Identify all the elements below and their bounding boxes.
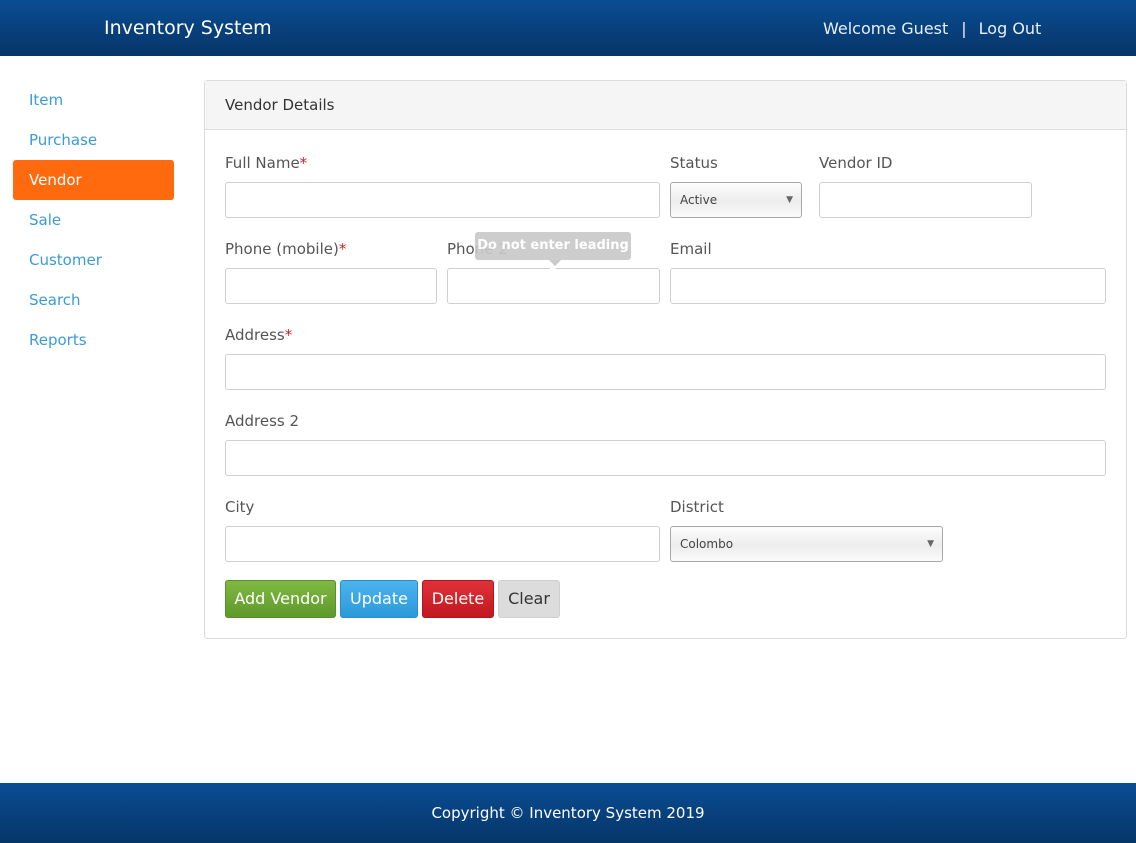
sidebar-item-vendor[interactable]: Vendor [13,160,174,200]
user-area: Welcome Guest | Log Out [823,19,1041,38]
phone-mobile-label: Phone (mobile)* [225,240,346,258]
chevron-down-icon: ▼ [927,539,934,549]
chevron-down-icon: ▼ [786,195,793,205]
panel-title: Vendor Details [205,81,1126,130]
email-input[interactable] [670,268,1106,304]
status-select[interactable]: Active ▼ [670,182,802,218]
tooltip-arrow [549,260,561,266]
copyright-text: Copyright © Inventory System 2019 [431,804,705,822]
update-button[interactable]: Update [340,580,418,618]
district-select[interactable]: Colombo ▼ [670,526,943,562]
full-name-label-text: Full Name [225,154,300,172]
city-label: City [225,498,255,516]
add-vendor-button[interactable]: Add Vendor [225,580,336,618]
clear-button[interactable]: Clear [498,580,560,618]
brand-title[interactable]: Inventory System [104,17,272,39]
full-name-label: Full Name* [225,154,307,172]
logout-link[interactable]: Log Out [979,19,1042,38]
full-name-input[interactable] [225,182,660,218]
required-mark: * [284,326,293,344]
delete-button[interactable]: Delete [422,580,494,618]
required-mark: * [299,154,308,172]
header-separator: | [961,19,967,38]
district-label: District [670,498,724,516]
top-navbar: Inventory System Welcome Guest | Log Out [0,0,1136,56]
vendor-id-input[interactable] [819,182,1032,218]
welcome-text: Welcome Guest [823,19,949,38]
email-label: Email [670,240,712,258]
address-input[interactable] [225,354,1106,390]
sidebar-item-item[interactable]: Item [13,80,174,120]
sidebar: Item Purchase Vendor Sale Customer Searc… [13,80,174,360]
sidebar-item-reports[interactable]: Reports [13,320,174,360]
vendor-id-label: Vendor ID [819,154,893,172]
phone-mobile-input[interactable] [225,268,437,304]
phone-mobile-label-text: Phone (mobile) [225,240,339,258]
address2-input[interactable] [225,440,1106,476]
district-value: Colombo [680,537,734,551]
status-label: Status [670,154,718,172]
sidebar-item-purchase[interactable]: Purchase [13,120,174,160]
address-label: Address* [225,326,292,344]
vendor-details-panel: Vendor Details Full Name* Status Active … [204,80,1127,639]
phone2-tooltip: Do not enter leading 0 [475,232,631,281]
address-label-text: Address [225,326,285,344]
sidebar-item-customer[interactable]: Customer [13,240,174,280]
address2-label: Address 2 [225,412,300,430]
sidebar-item-search[interactable]: Search [13,280,174,320]
sidebar-item-sale[interactable]: Sale [13,200,174,240]
city-input[interactable] [225,526,660,562]
required-mark: * [338,240,347,258]
status-value: Active [680,193,718,207]
footer: Copyright © Inventory System 2019 [0,783,1136,843]
